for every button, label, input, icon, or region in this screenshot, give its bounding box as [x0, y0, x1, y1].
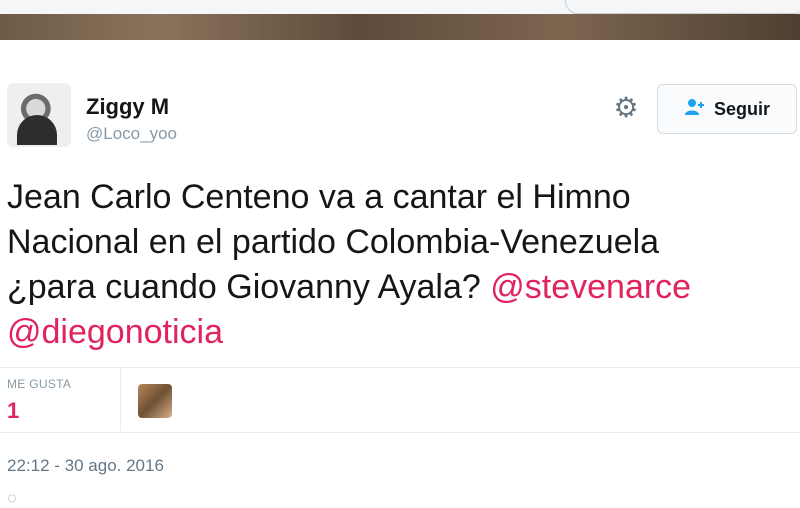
tweet-line-1: Jean Carlo Centeno va a cantar el Himno [7, 178, 631, 216]
follow-label: Seguir [713, 98, 770, 119]
tweet-timestamp[interactable]: 22:12 - 30 ago. 2016 [7, 456, 164, 476]
divider [0, 432, 800, 433]
tweet-text: Jean Carlo Centeno va a cantar el Himno … [7, 175, 787, 355]
add-user-icon [684, 98, 706, 121]
mention-link[interactable]: @diegonoticia [7, 313, 223, 351]
avatar[interactable] [7, 83, 71, 147]
likes-label: ME GUSTA [7, 377, 72, 391]
profile-name[interactable]: Ziggy M [86, 94, 169, 120]
tweet-line-3: ¿para cuando Giovanny Ayala? [7, 268, 491, 306]
liker-avatar[interactable] [138, 384, 172, 418]
gear-icon[interactable]: ⚙ [611, 93, 641, 123]
search-field-edge[interactable] [565, 0, 800, 14]
likes-count[interactable]: 1 [7, 398, 19, 424]
divider [120, 368, 121, 431]
mention-link[interactable]: @stevenarce [490, 268, 691, 306]
tweet-line-2: Nacional en el partido Colombia-Venezuel… [7, 223, 660, 261]
profile-handle[interactable]: @Loco_yoo [86, 124, 177, 144]
follow-button[interactable]: Seguir [657, 84, 797, 134]
header-banner [0, 0, 800, 40]
reply-icon[interactable]: ◌ [7, 490, 17, 508]
